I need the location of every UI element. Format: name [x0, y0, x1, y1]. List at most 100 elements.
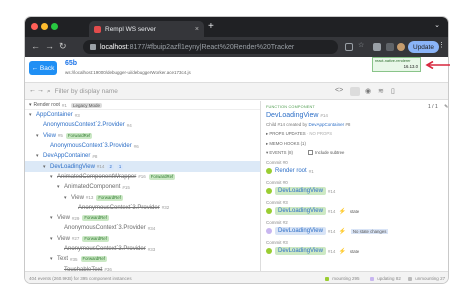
tab-close-icon[interactable]: ×	[195, 26, 199, 33]
tree-row[interactable]: ▾ AnimatedComponentWrapper #16 ForwardRef	[25, 172, 260, 182]
component-name-text: DevLoadingView	[266, 112, 319, 119]
new-tab-button[interactable]: +	[208, 21, 214, 32]
include-subtree-toggle[interactable]: Include subtree	[308, 150, 344, 155]
chevron-down-icon[interactable]: ▾	[43, 164, 50, 170]
commit-label: Commit #3	[266, 200, 288, 205]
tree-row[interactable]: ▾ View #27 ForwardRef	[25, 234, 260, 244]
maximize-window-icon[interactable]	[51, 23, 58, 30]
event-component[interactable]: DevLoadingView	[275, 227, 326, 235]
event-row[interactable]: DevLoadingView #14 ⚡ No state changes	[266, 227, 389, 235]
tree-row-key: #33	[147, 246, 156, 252]
events-section[interactable]: ▾ EVENTS (8)	[266, 150, 293, 156]
memo-hooks-section[interactable]: ▸ MEMO HOOKS (1)	[266, 141, 306, 147]
props-updates-section[interactable]: ▸ PROPS UPDATES · NO PROPS	[266, 131, 332, 137]
url-field[interactable]: localhost:8177/#fbuip2azfl1eyny|React%20…	[83, 40, 338, 54]
event-component[interactable]: DevLoadingView	[275, 187, 326, 195]
update-button[interactable]: Update	[408, 41, 439, 53]
bookmark-star-icon[interactable]: ☆	[358, 41, 366, 49]
back-button[interactable]: ← Back	[29, 61, 57, 75]
event-key: #14	[327, 248, 336, 254]
back-arrow-icon[interactable]: ←	[31, 41, 40, 51]
browser-tab[interactable]: Rempl WS server ×	[89, 21, 204, 37]
minimize-window-icon[interactable]	[41, 23, 48, 30]
bolt-icon: ⚡	[338, 208, 346, 215]
history-forward-icon[interactable]: →	[37, 87, 44, 94]
tree-row-key: #5	[57, 133, 63, 139]
tree-row[interactable]: AnonymousContext`3.Provider #6	[25, 141, 260, 151]
include-subtree-label: Include subtree	[315, 150, 345, 155]
more-menu-icon[interactable]: ⋮	[438, 41, 445, 49]
tree-row[interactable]: ▾ View #13 ForwardRef	[25, 192, 260, 202]
share-icon[interactable]	[345, 43, 353, 51]
chevron-down-icon[interactable]: ▾	[36, 133, 43, 139]
event-change: state	[349, 208, 360, 214]
tree-row[interactable]: ▾ DevLoadingView #14 2 1	[25, 161, 260, 172]
tree-row[interactable]: ▾ View #5 ForwardRef	[25, 131, 260, 141]
mount-event-icon	[266, 248, 272, 254]
site-info-icon[interactable]	[90, 44, 96, 50]
close-window-icon[interactable]	[31, 23, 38, 30]
unmount-dot-icon	[408, 276, 412, 281]
tree-row[interactable]: ▾ Text #35 ForwardRef	[25, 254, 260, 264]
tree-row[interactable]: AnonymousContext`3.Provider #33	[25, 244, 260, 254]
tree-rows: ▾ AppContainer #3 AnonymousContext`2.Provid…	[25, 110, 260, 271]
details-panel: FUNCTION COMPONENT 1 / 1 ✎ DevLoadingVie…	[262, 101, 448, 271]
chevron-down-icon[interactable]: ▾	[57, 184, 64, 190]
include-subtree-checkbox[interactable]	[308, 150, 313, 155]
event-key: #14	[327, 188, 336, 194]
tree-row-key: #34	[147, 225, 156, 231]
app-title: 65b	[65, 60, 78, 67]
wifi-icon[interactable]: ≋	[378, 87, 384, 95]
event-row[interactable]: Render root #1	[266, 167, 314, 175]
reload-icon[interactable]: ↻	[59, 41, 67, 52]
event-row[interactable]: DevLoadingView #14	[266, 187, 335, 195]
sidepanel-icon[interactable]	[386, 43, 394, 51]
tree-row-key: #8	[92, 153, 98, 159]
extensions-puzzle-icon[interactable]	[373, 43, 381, 51]
event-row[interactable]: DevLoadingView #14 ⚡ state	[266, 247, 359, 255]
code-icon[interactable]: <>	[335, 87, 343, 94]
chevron-down-icon[interactable]: ▾	[50, 215, 57, 221]
tree-row[interactable]: AnonymousContext`2.Provider #4	[25, 120, 260, 130]
chevron-down-icon[interactable]: ▾	[29, 112, 36, 118]
chevron-down-icon[interactable]: ▾	[50, 174, 57, 180]
created-by-key: #8	[345, 122, 351, 127]
event-component[interactable]: DevLoadingView	[275, 207, 326, 215]
chevron-down-icon[interactable]: ▾	[64, 195, 71, 201]
tree-row[interactable]: ▾ AppContainer #3	[25, 110, 260, 120]
tree-row[interactable]: AnonymousContext`3.Provider #34	[25, 223, 260, 233]
tree-row-key: #3	[74, 112, 80, 118]
tree-row[interactable]: ▾ View #29 ForwardRef	[25, 213, 260, 223]
tree-row-key: #35	[70, 256, 78, 262]
history-back-icon[interactable]: ←	[29, 87, 36, 94]
chevron-down-icon[interactable]: ▾	[50, 236, 57, 242]
filter-search-input[interactable]: ⌕ Filter by display name	[47, 86, 227, 97]
camera-icon[interactable]	[350, 87, 360, 96]
document-icon[interactable]: ▯	[391, 87, 395, 95]
tree-row[interactable]: AnonymousContext`3.Provider #32	[25, 203, 260, 213]
forward-arrow-icon[interactable]: →	[45, 41, 54, 51]
tree-row-key: #14	[96, 164, 105, 170]
profile-avatar[interactable]	[397, 43, 405, 51]
tree-row-name: AnonymousContext`3.Provider	[64, 246, 146, 252]
forward-ref-badge: ForwardRef	[80, 256, 107, 263]
tree-row-name: AnimatedComponent	[64, 184, 121, 191]
created-by-link[interactable]: DevAppContainer	[309, 122, 345, 127]
chevron-down-icon[interactable]: ▾	[50, 256, 57, 262]
created-by: Child #14 created by DevAppContainer #8	[266, 122, 350, 127]
tree-row[interactable]: ▾ DevAppContainer #8	[25, 151, 260, 161]
chevron-down-icon[interactable]: ▾	[36, 153, 43, 159]
eye-icon[interactable]: ◉	[365, 87, 371, 95]
event-row[interactable]: DevLoadingView #14 ⚡ state	[266, 207, 359, 215]
tab-search-icon[interactable]: ⌄	[434, 21, 440, 29]
pin-icon[interactable]: ✎	[444, 104, 448, 110]
tree-root-row[interactable]: ▾ Render root #1 Legacy Mode	[25, 101, 260, 110]
forward-ref-badge: ForwardRef	[148, 173, 176, 180]
tree-row[interactable]: ▾ AnimatedComponent #15	[25, 182, 260, 192]
tree-row-name: AppContainer	[36, 112, 73, 119]
tree-row-key: #29	[71, 215, 80, 221]
event-component[interactable]: DevLoadingView	[275, 247, 326, 255]
forward-ref-badge: ForwardRef	[65, 132, 93, 139]
event-component[interactable]: Render root	[275, 168, 307, 174]
annotation-arrow-icon	[425, 61, 450, 69]
